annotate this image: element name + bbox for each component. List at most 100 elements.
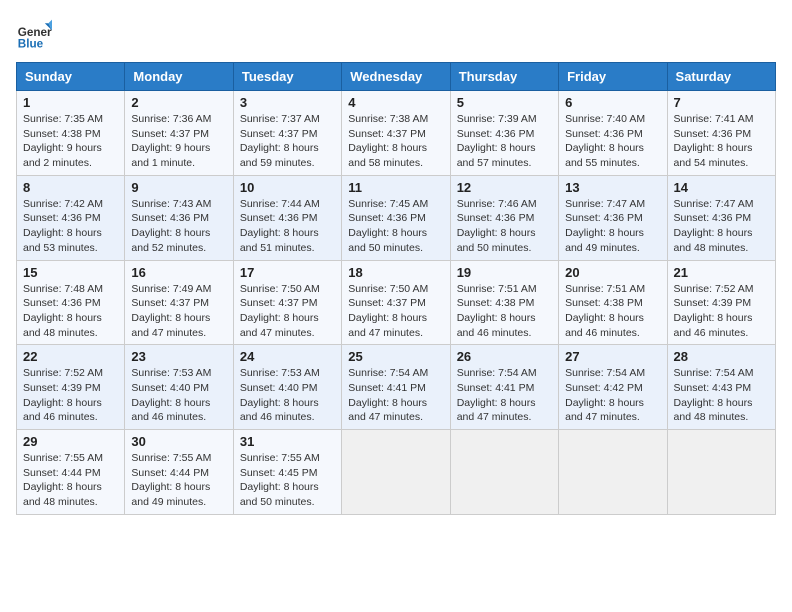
calendar-cell: 16 Sunrise: 7:49 AMSunset: 4:37 PMDaylig… [125, 260, 233, 345]
day-detail: Sunrise: 7:38 AMSunset: 4:37 PMDaylight:… [348, 113, 428, 169]
day-number: 3 [240, 95, 335, 110]
calendar-cell: 22 Sunrise: 7:52 AMSunset: 4:39 PMDaylig… [17, 345, 125, 430]
logo: General Blue [16, 16, 58, 52]
day-number: 14 [674, 180, 769, 195]
day-detail: Sunrise: 7:45 AMSunset: 4:36 PMDaylight:… [348, 198, 428, 254]
calendar-cell: 26 Sunrise: 7:54 AMSunset: 4:41 PMDaylig… [450, 345, 558, 430]
calendar-cell [559, 430, 667, 515]
day-detail: Sunrise: 7:41 AMSunset: 4:36 PMDaylight:… [674, 113, 754, 169]
day-number: 24 [240, 349, 335, 364]
day-number: 23 [131, 349, 226, 364]
day-detail: Sunrise: 7:37 AMSunset: 4:37 PMDaylight:… [240, 113, 320, 169]
calendar-cell [342, 430, 450, 515]
day-number: 19 [457, 265, 552, 280]
calendar-cell: 2 Sunrise: 7:36 AMSunset: 4:37 PMDayligh… [125, 91, 233, 176]
day-detail: Sunrise: 7:52 AMSunset: 4:39 PMDaylight:… [23, 367, 103, 423]
week-row-3: 15 Sunrise: 7:48 AMSunset: 4:36 PMDaylig… [17, 260, 776, 345]
svg-text:Blue: Blue [18, 38, 44, 51]
day-number: 12 [457, 180, 552, 195]
day-number: 11 [348, 180, 443, 195]
column-header-monday: Monday [125, 63, 233, 91]
calendar-table: SundayMondayTuesdayWednesdayThursdayFrid… [16, 62, 776, 515]
calendar-cell: 19 Sunrise: 7:51 AMSunset: 4:38 PMDaylig… [450, 260, 558, 345]
calendar-cell: 3 Sunrise: 7:37 AMSunset: 4:37 PMDayligh… [233, 91, 341, 176]
day-detail: Sunrise: 7:54 AMSunset: 4:41 PMDaylight:… [348, 367, 428, 423]
day-detail: Sunrise: 7:52 AMSunset: 4:39 PMDaylight:… [674, 283, 754, 339]
day-detail: Sunrise: 7:49 AMSunset: 4:37 PMDaylight:… [131, 283, 211, 339]
column-header-wednesday: Wednesday [342, 63, 450, 91]
day-detail: Sunrise: 7:48 AMSunset: 4:36 PMDaylight:… [23, 283, 103, 339]
day-number: 26 [457, 349, 552, 364]
day-number: 2 [131, 95, 226, 110]
day-number: 31 [240, 434, 335, 449]
calendar-cell [450, 430, 558, 515]
week-row-5: 29 Sunrise: 7:55 AMSunset: 4:44 PMDaylig… [17, 430, 776, 515]
day-detail: Sunrise: 7:42 AMSunset: 4:36 PMDaylight:… [23, 198, 103, 254]
day-number: 20 [565, 265, 660, 280]
day-number: 4 [348, 95, 443, 110]
day-detail: Sunrise: 7:35 AMSunset: 4:38 PMDaylight:… [23, 113, 103, 169]
calendar-cell: 24 Sunrise: 7:53 AMSunset: 4:40 PMDaylig… [233, 345, 341, 430]
calendar-cell: 28 Sunrise: 7:54 AMSunset: 4:43 PMDaylig… [667, 345, 775, 430]
day-number: 5 [457, 95, 552, 110]
calendar-cell: 5 Sunrise: 7:39 AMSunset: 4:36 PMDayligh… [450, 91, 558, 176]
day-number: 1 [23, 95, 118, 110]
day-detail: Sunrise: 7:40 AMSunset: 4:36 PMDaylight:… [565, 113, 645, 169]
day-detail: Sunrise: 7:50 AMSunset: 4:37 PMDaylight:… [348, 283, 428, 339]
calendar-cell: 11 Sunrise: 7:45 AMSunset: 4:36 PMDaylig… [342, 175, 450, 260]
day-detail: Sunrise: 7:44 AMSunset: 4:36 PMDaylight:… [240, 198, 320, 254]
day-number: 16 [131, 265, 226, 280]
day-number: 13 [565, 180, 660, 195]
week-row-4: 22 Sunrise: 7:52 AMSunset: 4:39 PMDaylig… [17, 345, 776, 430]
day-detail: Sunrise: 7:54 AMSunset: 4:41 PMDaylight:… [457, 367, 537, 423]
logo-icon: General Blue [16, 16, 52, 52]
calendar-cell: 31 Sunrise: 7:55 AMSunset: 4:45 PMDaylig… [233, 430, 341, 515]
calendar-cell: 1 Sunrise: 7:35 AMSunset: 4:38 PMDayligh… [17, 91, 125, 176]
calendar-cell: 17 Sunrise: 7:50 AMSunset: 4:37 PMDaylig… [233, 260, 341, 345]
calendar-cell: 29 Sunrise: 7:55 AMSunset: 4:44 PMDaylig… [17, 430, 125, 515]
day-number: 9 [131, 180, 226, 195]
calendar-cell: 27 Sunrise: 7:54 AMSunset: 4:42 PMDaylig… [559, 345, 667, 430]
day-number: 10 [240, 180, 335, 195]
calendar-cell: 21 Sunrise: 7:52 AMSunset: 4:39 PMDaylig… [667, 260, 775, 345]
calendar-cell: 10 Sunrise: 7:44 AMSunset: 4:36 PMDaylig… [233, 175, 341, 260]
day-detail: Sunrise: 7:55 AMSunset: 4:45 PMDaylight:… [240, 452, 320, 508]
calendar-cell: 9 Sunrise: 7:43 AMSunset: 4:36 PMDayligh… [125, 175, 233, 260]
day-number: 27 [565, 349, 660, 364]
calendar-cell: 20 Sunrise: 7:51 AMSunset: 4:38 PMDaylig… [559, 260, 667, 345]
calendar-cell: 25 Sunrise: 7:54 AMSunset: 4:41 PMDaylig… [342, 345, 450, 430]
calendar-cell [667, 430, 775, 515]
calendar-cell: 8 Sunrise: 7:42 AMSunset: 4:36 PMDayligh… [17, 175, 125, 260]
day-detail: Sunrise: 7:55 AMSunset: 4:44 PMDaylight:… [23, 452, 103, 508]
column-header-saturday: Saturday [667, 63, 775, 91]
calendar-cell: 13 Sunrise: 7:47 AMSunset: 4:36 PMDaylig… [559, 175, 667, 260]
column-header-tuesday: Tuesday [233, 63, 341, 91]
day-detail: Sunrise: 7:53 AMSunset: 4:40 PMDaylight:… [240, 367, 320, 423]
calendar-cell: 30 Sunrise: 7:55 AMSunset: 4:44 PMDaylig… [125, 430, 233, 515]
day-detail: Sunrise: 7:54 AMSunset: 4:42 PMDaylight:… [565, 367, 645, 423]
day-detail: Sunrise: 7:51 AMSunset: 4:38 PMDaylight:… [457, 283, 537, 339]
day-number: 7 [674, 95, 769, 110]
day-number: 28 [674, 349, 769, 364]
day-number: 25 [348, 349, 443, 364]
day-number: 6 [565, 95, 660, 110]
calendar-cell: 4 Sunrise: 7:38 AMSunset: 4:37 PMDayligh… [342, 91, 450, 176]
column-header-thursday: Thursday [450, 63, 558, 91]
calendar-cell: 18 Sunrise: 7:50 AMSunset: 4:37 PMDaylig… [342, 260, 450, 345]
day-detail: Sunrise: 7:54 AMSunset: 4:43 PMDaylight:… [674, 367, 754, 423]
day-number: 18 [348, 265, 443, 280]
day-detail: Sunrise: 7:55 AMSunset: 4:44 PMDaylight:… [131, 452, 211, 508]
column-header-sunday: Sunday [17, 63, 125, 91]
day-detail: Sunrise: 7:46 AMSunset: 4:36 PMDaylight:… [457, 198, 537, 254]
week-row-1: 1 Sunrise: 7:35 AMSunset: 4:38 PMDayligh… [17, 91, 776, 176]
week-row-2: 8 Sunrise: 7:42 AMSunset: 4:36 PMDayligh… [17, 175, 776, 260]
day-number: 21 [674, 265, 769, 280]
day-detail: Sunrise: 7:50 AMSunset: 4:37 PMDaylight:… [240, 283, 320, 339]
calendar-cell: 7 Sunrise: 7:41 AMSunset: 4:36 PMDayligh… [667, 91, 775, 176]
day-detail: Sunrise: 7:47 AMSunset: 4:36 PMDaylight:… [565, 198, 645, 254]
column-header-friday: Friday [559, 63, 667, 91]
day-detail: Sunrise: 7:43 AMSunset: 4:36 PMDaylight:… [131, 198, 211, 254]
day-number: 30 [131, 434, 226, 449]
day-detail: Sunrise: 7:51 AMSunset: 4:38 PMDaylight:… [565, 283, 645, 339]
day-detail: Sunrise: 7:53 AMSunset: 4:40 PMDaylight:… [131, 367, 211, 423]
